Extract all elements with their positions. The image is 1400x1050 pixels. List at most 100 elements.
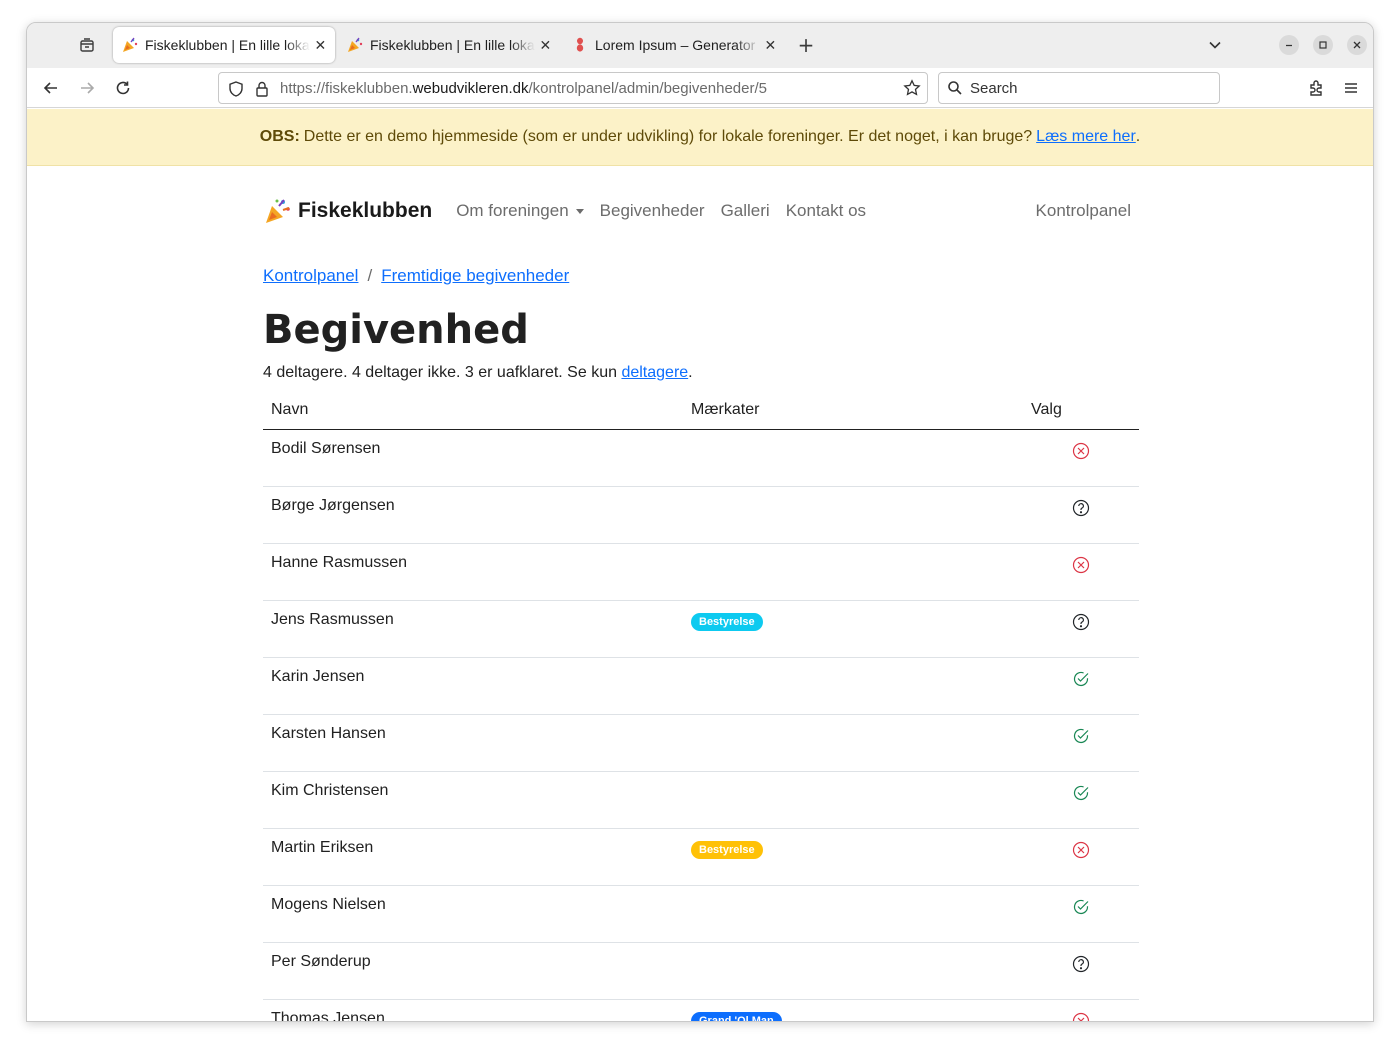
question-circle-icon bbox=[1072, 499, 1090, 517]
member-tags bbox=[683, 486, 1023, 544]
page-title: Begivenhed bbox=[263, 307, 529, 353]
member-name: Kim Christensen bbox=[263, 771, 683, 829]
x-circle-icon bbox=[1072, 1012, 1090, 1021]
check-circle-icon bbox=[1072, 784, 1090, 802]
tab-title: Lorem Ipsum – Generator bbox=[595, 37, 756, 53]
member-name: Martin Eriksen bbox=[263, 828, 683, 886]
member-choice bbox=[1023, 429, 1139, 487]
browser-window: Fiskeklubben | En lille lokal forening ✕… bbox=[26, 22, 1374, 1022]
shield-icon[interactable] bbox=[227, 80, 245, 102]
menu-icon[interactable] bbox=[1339, 76, 1363, 100]
tag-badge: Bestyrelse bbox=[691, 840, 763, 859]
question-circle-icon bbox=[1072, 613, 1090, 631]
table-row: Bodil Sørensen bbox=[263, 429, 1139, 487]
url-path: /kontrolpanel/admin/begivenheder/5 bbox=[528, 79, 767, 97]
table-row: Karsten Hansen bbox=[263, 714, 1139, 772]
nav-dashboard[interactable]: Kontrolpanel bbox=[1036, 201, 1131, 221]
member-choice bbox=[1023, 885, 1139, 943]
member-tags: Bestyrelse bbox=[683, 828, 1023, 886]
nav-contact[interactable]: Kontakt os bbox=[786, 201, 866, 221]
member-choice bbox=[1023, 657, 1139, 715]
bookmark-star-icon[interactable] bbox=[903, 79, 921, 101]
table-row: Kim Christensen bbox=[263, 771, 1139, 829]
member-tags bbox=[683, 543, 1023, 601]
column-header-name: Navn bbox=[263, 391, 683, 430]
lorem-ipsum-icon bbox=[571, 36, 589, 54]
member-tags bbox=[683, 942, 1023, 1000]
member-name: Hanne Rasmussen bbox=[263, 543, 683, 601]
maximize-icon[interactable] bbox=[1313, 35, 1333, 55]
nav-about-dropdown[interactable]: Om foreningen bbox=[456, 201, 584, 221]
search-input[interactable]: Search bbox=[938, 72, 1220, 104]
check-circle-icon bbox=[1072, 898, 1090, 916]
table-row: Martin Eriksen Bestyrelse bbox=[263, 828, 1139, 886]
member-tags bbox=[683, 771, 1023, 829]
table-header-row: Navn Mærkater Valg bbox=[263, 391, 1139, 430]
member-name: Thomas Jensen bbox=[263, 999, 683, 1021]
forward-arrow-icon[interactable] bbox=[75, 76, 99, 100]
member-name: Bodil Sørensen bbox=[263, 429, 683, 487]
table-row: Jens Rasmussen Bestyrelse bbox=[263, 600, 1139, 658]
x-circle-icon bbox=[1072, 556, 1090, 574]
url-bar[interactable]: https://fiskeklubben.webudvikleren.dk/ko… bbox=[218, 72, 928, 104]
notice-label: OBS: bbox=[259, 128, 300, 145]
check-circle-icon bbox=[1072, 727, 1090, 745]
member-tags bbox=[683, 657, 1023, 715]
member-name: Karin Jensen bbox=[263, 657, 683, 715]
firefox-view-icon[interactable] bbox=[75, 33, 99, 57]
member-choice bbox=[1023, 999, 1139, 1021]
url-prefix: https://fiskeklubben. bbox=[280, 79, 413, 97]
participants-filter-link[interactable]: deltagere bbox=[621, 364, 688, 381]
close-icon[interactable]: ✕ bbox=[764, 37, 777, 53]
close-icon[interactable]: ✕ bbox=[539, 37, 552, 53]
chevron-down-icon[interactable] bbox=[1203, 33, 1227, 57]
table-row: Mogens Nielsen bbox=[263, 885, 1139, 943]
nav-events[interactable]: Begivenheder bbox=[600, 201, 705, 221]
close-window-icon[interactable] bbox=[1347, 35, 1367, 55]
tab-fiskeklubben-1[interactable]: Fiskeklubben | En lille lokal forening ✕ bbox=[113, 27, 335, 63]
reload-icon[interactable] bbox=[111, 76, 135, 100]
tab-title: Fiskeklubben | En lille lokal forening bbox=[370, 37, 535, 53]
column-header-tags: Mærkater bbox=[683, 391, 1023, 430]
member-choice bbox=[1023, 828, 1139, 886]
member-tags: Grand 'Ol Man bbox=[683, 999, 1023, 1021]
attendance-table: Navn Mærkater Valg Bodil Sørensen Børge J… bbox=[263, 391, 1139, 1021]
extensions-icon[interactable] bbox=[1304, 76, 1328, 100]
member-choice bbox=[1023, 942, 1139, 1000]
member-name: Per Sønderup bbox=[263, 942, 683, 1000]
notice-suffix: . bbox=[1135, 128, 1141, 145]
member-name: Jens Rasmussen bbox=[263, 600, 683, 658]
tab-strip: Fiskeklubben | En lille lokal forening ✕… bbox=[27, 23, 1373, 68]
url-host: webudvikleren.dk bbox=[412, 79, 529, 97]
close-icon[interactable]: ✕ bbox=[314, 37, 327, 53]
lock-icon[interactable] bbox=[254, 80, 270, 102]
table-row: Per Sønderup bbox=[263, 942, 1139, 1000]
nav-gallery[interactable]: Galleri bbox=[721, 201, 770, 221]
tab-lorem-ipsum[interactable]: Lorem Ipsum – Generator ✕ bbox=[563, 27, 785, 63]
minimize-icon[interactable] bbox=[1279, 35, 1299, 55]
breadcrumb-upcoming-events[interactable]: Fremtidige begivenheder bbox=[381, 266, 569, 286]
summary-text: 4 deltagere. 4 deltager ikke. 3 er uafkl… bbox=[263, 364, 617, 381]
summary-end: . bbox=[688, 364, 693, 381]
member-tags bbox=[683, 885, 1023, 943]
back-arrow-icon[interactable] bbox=[39, 76, 63, 100]
member-choice bbox=[1023, 600, 1139, 658]
question-circle-icon bbox=[1072, 955, 1090, 973]
table-row: Hanne Rasmussen bbox=[263, 543, 1139, 601]
x-circle-icon bbox=[1072, 442, 1090, 460]
attendance-summary: 4 deltagere. 4 deltager ikke. 3 er uafkl… bbox=[263, 364, 1139, 382]
x-circle-icon bbox=[1072, 841, 1090, 859]
url-text: https://fiskeklubben.webudvikleren.dk/ko… bbox=[280, 80, 767, 97]
tab-title: Fiskeklubben | En lille lokal forening bbox=[145, 37, 310, 53]
read-more-link[interactable]: Læs mere her bbox=[1036, 128, 1136, 146]
check-circle-icon bbox=[1072, 670, 1090, 688]
tab-fiskeklubben-2[interactable]: Fiskeklubben | En lille lokal forening ✕ bbox=[338, 27, 560, 63]
new-tab-icon[interactable]: + bbox=[794, 33, 818, 57]
brand-name: Fiskeklubben bbox=[298, 199, 433, 222]
member-tags bbox=[683, 714, 1023, 772]
member-choice bbox=[1023, 486, 1139, 544]
breadcrumb-dashboard[interactable]: Kontrolpanel bbox=[263, 266, 358, 286]
caret-down-icon bbox=[575, 208, 584, 214]
party-popper-icon bbox=[346, 36, 364, 54]
site-brand[interactable]: Fiskeklubben bbox=[263, 196, 432, 226]
